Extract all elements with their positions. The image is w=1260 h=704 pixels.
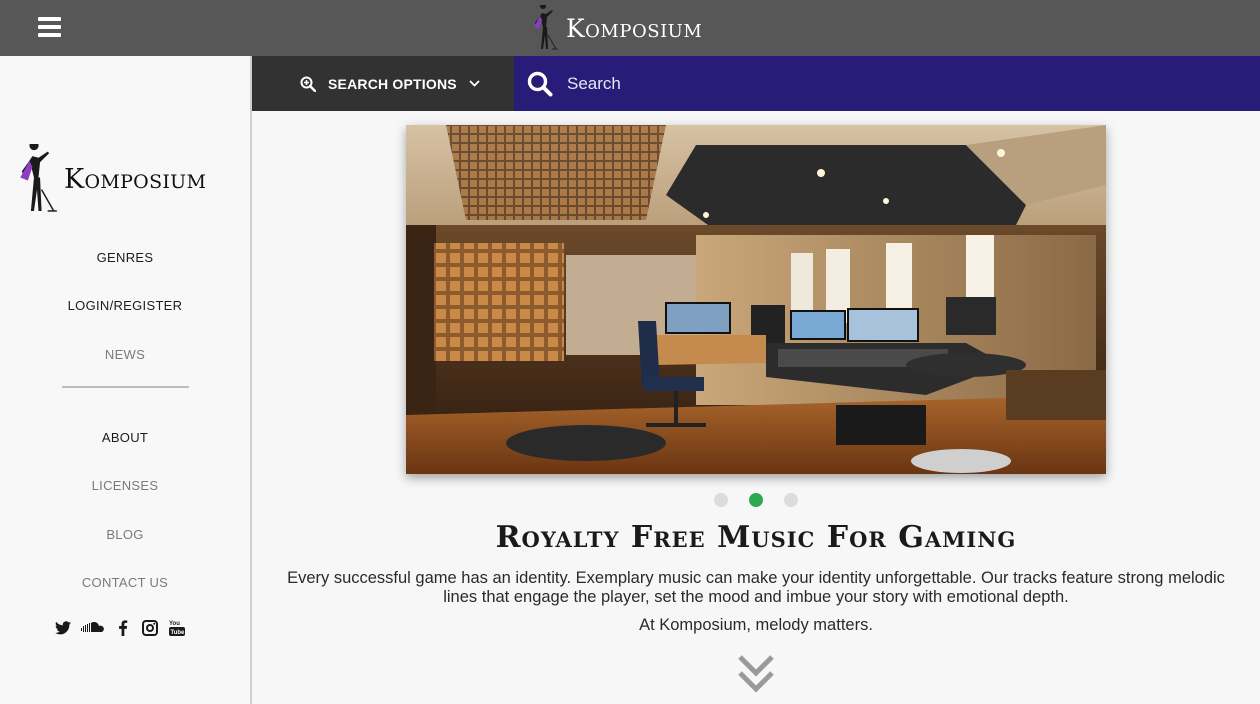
scroll-down-icon[interactable]	[737, 654, 775, 694]
search-bar	[514, 56, 1260, 111]
page-tagline: At Komposium, melody matters.	[639, 616, 873, 634]
twitter-icon[interactable]	[54, 619, 72, 637]
conductor-logo-icon	[534, 5, 558, 50]
sidebar-item-genres[interactable]: GENRES	[0, 250, 250, 265]
studio-photo	[406, 125, 1106, 474]
page-headline: Royalty Free Music For Gaming	[495, 520, 1017, 555]
carousel-dot-2[interactable]	[749, 493, 763, 507]
carousel-image[interactable]	[406, 125, 1106, 474]
sidebar-item-about[interactable]: ABOUT	[0, 430, 250, 445]
carousel-dot-1[interactable]	[714, 493, 728, 507]
search-options-button[interactable]: SEARCH OPTIONS	[252, 56, 514, 111]
sidebar-item-login-register[interactable]: LOGIN/REGISTER	[0, 298, 250, 313]
search-options-label: SEARCH OPTIONS	[328, 75, 457, 92]
soundcloud-icon[interactable]	[81, 619, 105, 637]
search-input[interactable]	[567, 73, 1167, 94]
sidebar-item-licenses[interactable]: LICENSES	[0, 478, 250, 493]
conductor-logo-icon	[20, 144, 57, 212]
sidebar-item-contact-us[interactable]: CONTACT US	[0, 575, 250, 590]
carousel-indicators	[714, 493, 798, 507]
sidebar-logo[interactable]: Komposium	[14, 144, 206, 214]
search-icon[interactable]	[527, 71, 553, 97]
sidebar-item-news[interactable]: NEWS	[0, 347, 250, 362]
header-brand-name: Komposium	[566, 13, 703, 43]
page-description: Every successful game has an identity. E…	[287, 569, 1225, 606]
chevron-down-icon	[469, 80, 480, 87]
facebook-icon[interactable]	[114, 619, 132, 637]
carousel-dot-3[interactable]	[784, 493, 798, 507]
svg-text:Tube: Tube	[171, 630, 186, 636]
header-logo[interactable]: Komposium	[530, 4, 702, 52]
youtube-icon[interactable]: You Tube	[168, 619, 186, 637]
svg-text:You: You	[169, 621, 180, 627]
sidebar-item-blog[interactable]: BLOG	[0, 527, 250, 542]
zoom-plus-icon	[300, 76, 316, 92]
social-links: You Tube	[54, 619, 186, 637]
top-bar: Komposium	[0, 0, 1260, 56]
sidebar: Komposium GENRES LOGIN/REGISTER NEWS ABO…	[0, 56, 252, 704]
sidebar-divider	[62, 386, 189, 388]
instagram-icon[interactable]	[141, 619, 159, 637]
sidebar-brand-name: Komposium	[64, 163, 207, 195]
hamburger-menu-icon[interactable]	[38, 17, 61, 37]
